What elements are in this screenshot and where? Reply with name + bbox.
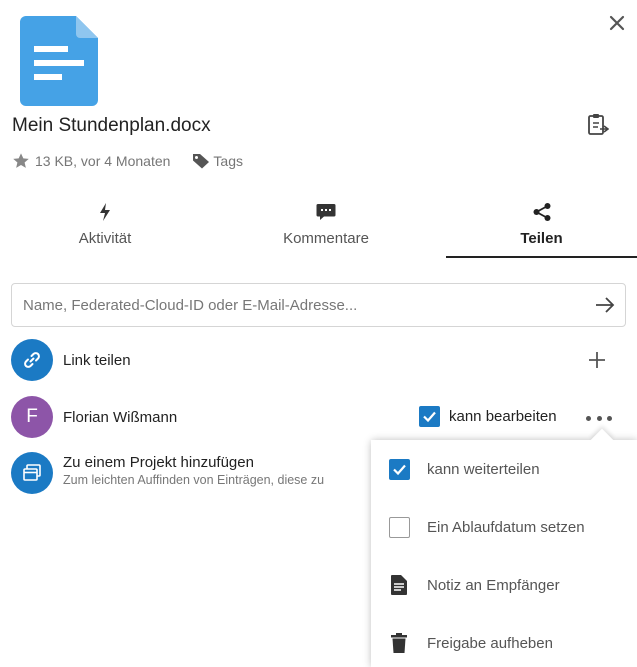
link-icon [24, 352, 40, 368]
tab-share[interactable]: Teilen [446, 196, 637, 258]
can-edit-label: kann bearbeiten [449, 408, 557, 425]
tags-label: Tags [213, 153, 243, 169]
note-icon [391, 575, 407, 595]
sharee-name: Florian Wißmann [63, 408, 178, 426]
sharee-row: F Florian Wißmann [11, 396, 177, 438]
share-icon [533, 203, 550, 221]
file-size-date: 13 KB, vor 4 Monaten [35, 153, 171, 169]
tags-button[interactable]: Tags [192, 153, 243, 169]
project-subtitle: Zum leichten Auffinden von Einträgen, di… [63, 473, 325, 487]
document-icon [20, 16, 98, 111]
menu-item-label: Freigabe aufheben [427, 634, 553, 652]
share-options-menu: kann weiterteilen Ein Ablaufdatum setzen… [371, 440, 637, 667]
lightning-icon [100, 203, 110, 221]
tab-share-label: Teilen [520, 230, 563, 247]
submit-share-button[interactable] [594, 294, 616, 321]
tab-comments-label: Kommentare [283, 230, 369, 247]
add-to-project-row[interactable]: Zu einem Projekt hinzufügen Zum leichten… [11, 452, 371, 494]
arrow-right-icon [596, 297, 615, 313]
project-icon [23, 464, 41, 481]
star-icon[interactable] [12, 152, 30, 170]
link-share-row: Link teilen [11, 339, 131, 381]
tab-comments[interactable]: Kommentare [256, 196, 396, 258]
file-name: Mein Stundenplan.docx [12, 115, 211, 136]
add-link-share-button[interactable] [585, 348, 609, 372]
menu-item-label: Ein Ablaufdatum setzen [427, 518, 585, 536]
link-avatar [11, 339, 53, 381]
dot [596, 415, 602, 421]
checkbox-checked-icon [419, 406, 440, 427]
checkbox-unchecked-icon [388, 516, 410, 538]
checkbox-checked-icon [388, 458, 410, 480]
tab-activity[interactable]: Aktivität [35, 196, 175, 258]
menu-item-set-expiration[interactable]: Ein Ablaufdatum setzen [371, 498, 637, 556]
dot [586, 415, 591, 421]
tab-activity-label: Aktivität [78, 230, 132, 247]
copy-link-button[interactable] [587, 113, 610, 137]
sidebar-tabs: Aktivität Kommentare Teilen [0, 196, 637, 258]
project-avatar [11, 452, 53, 494]
clipboard-icon [588, 114, 610, 135]
close-button[interactable] [604, 10, 630, 36]
menu-item-allow-reshare[interactable]: kann weiterteilen [371, 440, 637, 498]
project-title: Zu einem Projekt hinzufügen [63, 454, 254, 471]
menu-item-note[interactable]: Notiz an Empfänger [371, 556, 637, 614]
file-meta: 13 KB, vor 4 Monaten Tags [12, 152, 243, 170]
avatar: F [11, 396, 53, 438]
close-icon [609, 15, 625, 31]
plus-icon [589, 352, 605, 368]
dot [607, 415, 612, 421]
link-share-label: Link teilen [63, 351, 131, 369]
share-search-input[interactable] [12, 284, 572, 326]
trash-icon [391, 633, 407, 653]
share-search-field [11, 283, 626, 327]
menu-item-label: Notiz an Empfänger [427, 576, 560, 594]
tag-icon [193, 154, 210, 169]
menu-item-unshare[interactable]: Freigabe aufheben [371, 614, 637, 667]
can-edit-checkbox[interactable]: kann bearbeiten [419, 406, 557, 427]
comment-icon [316, 204, 336, 220]
more-options-button[interactable] [586, 408, 612, 428]
menu-item-label: kann weiterteilen [427, 460, 540, 478]
